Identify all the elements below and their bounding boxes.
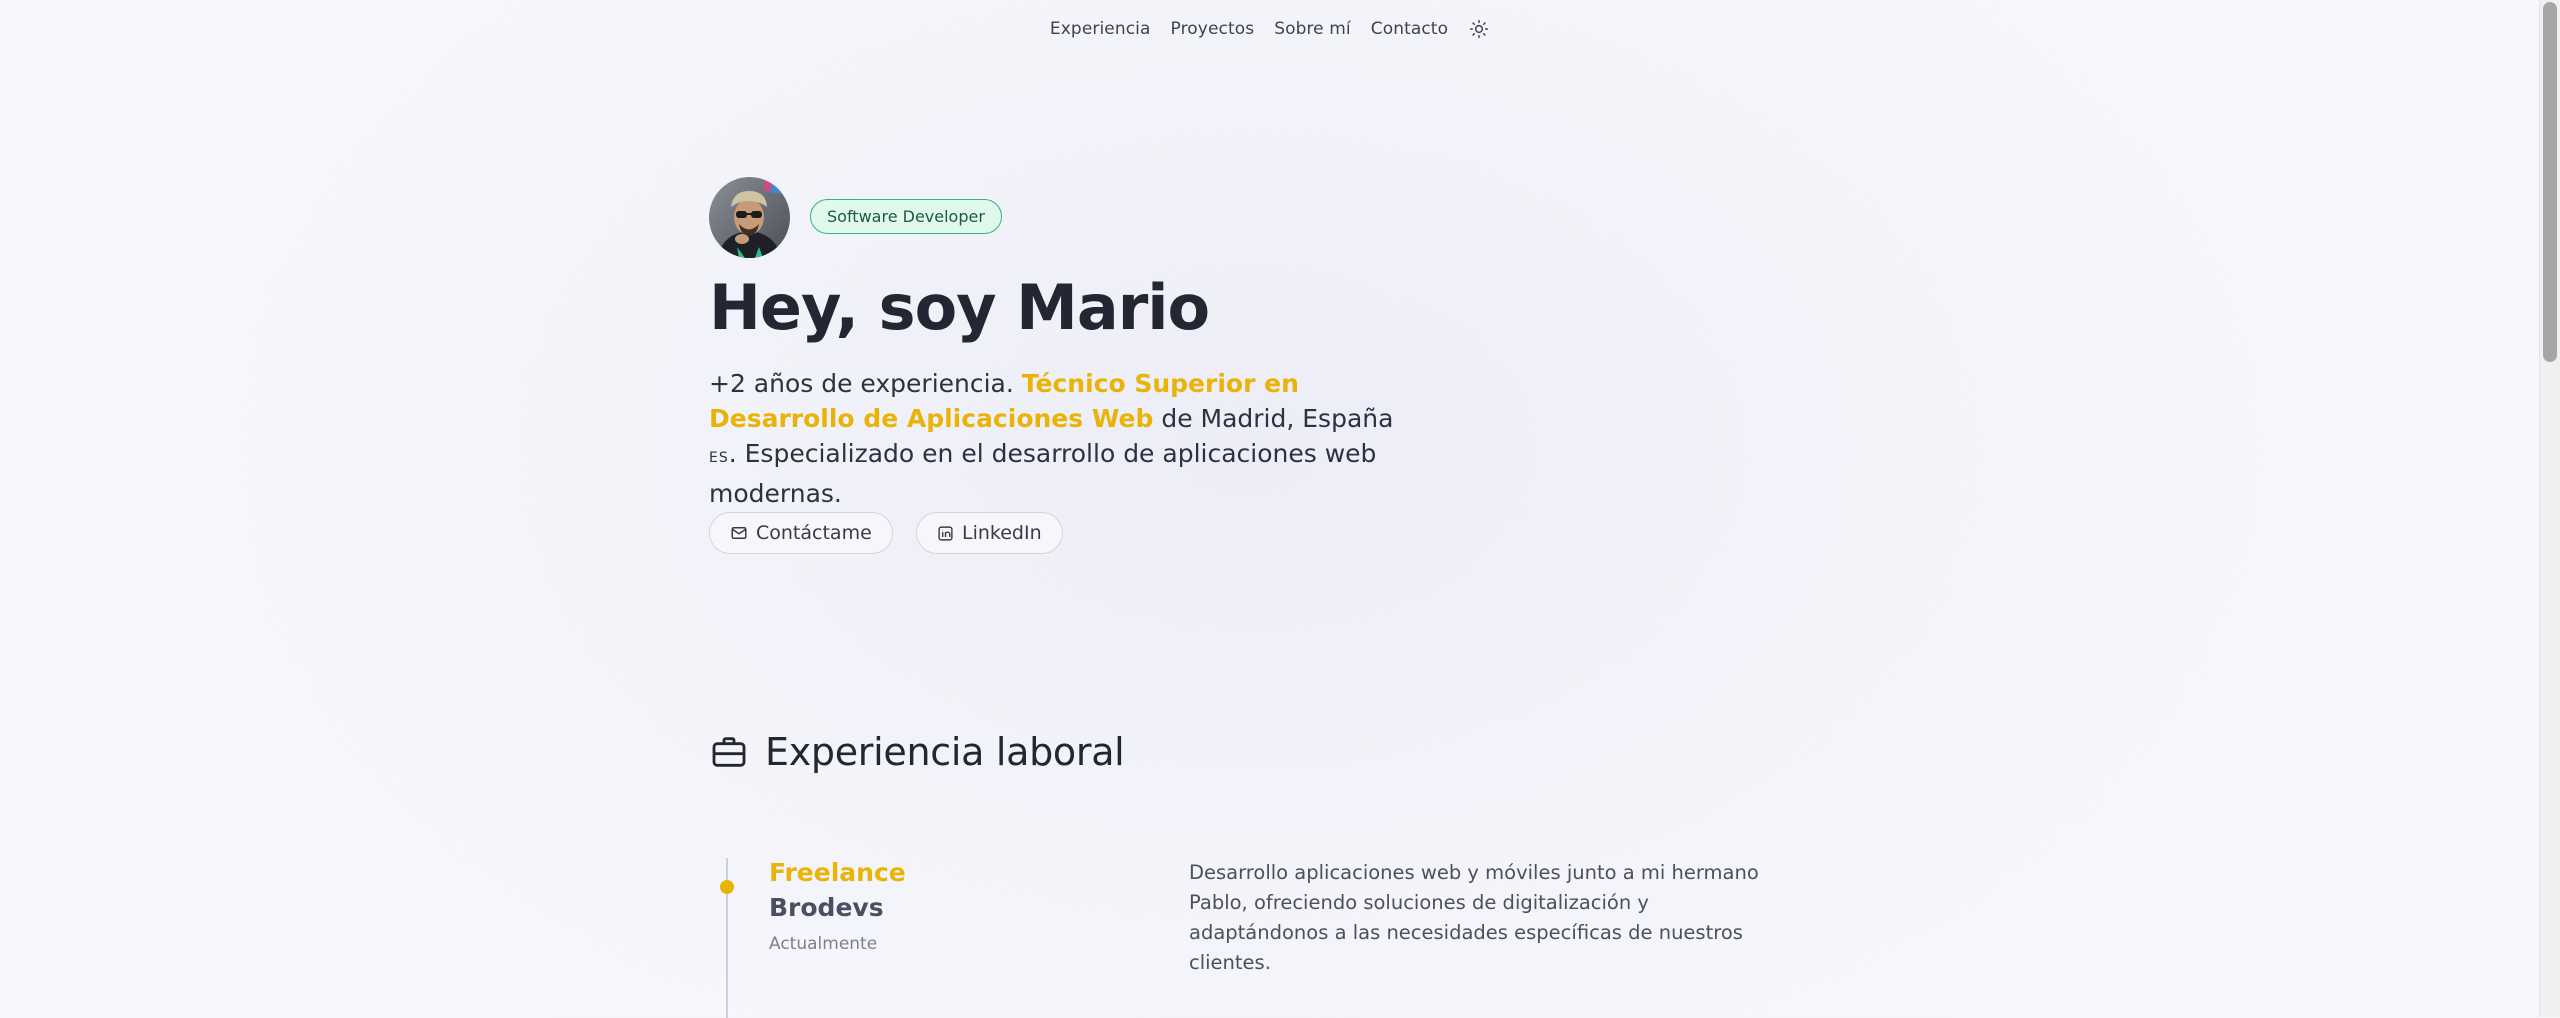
- linkedin-icon: [938, 525, 953, 541]
- job-description: Desarrollo aplicaciones web y móviles ju…: [1189, 861, 1759, 974]
- scrollbar-thumb[interactable]: [2543, 2, 2557, 362]
- page: Experiencia Proyectos Sobre mí Contacto: [0, 0, 2540, 1018]
- briefcase-icon: [712, 737, 746, 767]
- hero-intro: +2 años de experiencia. Técnico Superior…: [709, 366, 1429, 511]
- intro-text-2: de Madrid, España: [1153, 404, 1394, 433]
- intro-text-1: +2 años de experiencia.: [709, 369, 1022, 398]
- avatar-photo: [709, 177, 790, 258]
- hero-title: Hey, soy Mario: [709, 271, 1210, 344]
- scrollbar[interactable]: [2539, 0, 2560, 1017]
- job-company: Brodevs: [769, 893, 884, 922]
- job-date: Actualmente: [769, 934, 878, 954]
- contact-button-label: Contáctame: [756, 522, 872, 544]
- section-title: Experiencia laboral: [765, 730, 1125, 774]
- avatar: [709, 177, 790, 258]
- top-nav: Experiencia Proyectos Sobre mí Contacto: [0, 0, 2540, 58]
- mail-icon: [731, 527, 747, 539]
- sun-icon: [1469, 19, 1489, 39]
- nav-link-proyectos[interactable]: Proyectos: [1171, 19, 1255, 39]
- experience-heading: Experiencia laboral: [709, 730, 1125, 774]
- role-badge: Software Developer: [810, 199, 1002, 234]
- timeline-dot: [720, 880, 734, 894]
- nav-link-contacto[interactable]: Contacto: [1371, 19, 1448, 39]
- nav-link-sobre-mi[interactable]: Sobre mí: [1274, 19, 1351, 39]
- contact-button[interactable]: Contáctame: [709, 512, 893, 554]
- nav-link-experiencia[interactable]: Experiencia: [1050, 19, 1151, 39]
- intro-text-3: . Especializado en el desarrollo de apli…: [709, 439, 1377, 508]
- linkedin-button[interactable]: LinkedIn: [916, 512, 1063, 554]
- spain-flag-icon: ES: [709, 450, 729, 466]
- theme-toggle-button[interactable]: [1468, 18, 1490, 40]
- job-role: Freelance: [769, 858, 906, 887]
- linkedin-button-label: LinkedIn: [962, 522, 1042, 544]
